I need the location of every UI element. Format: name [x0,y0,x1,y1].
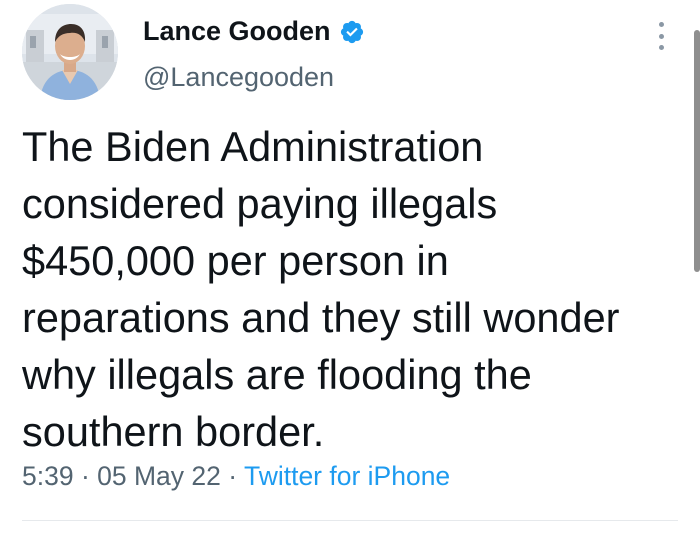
author-display-name[interactable]: Lance Gooden [143,16,331,47]
tweet-metadata: 5:39 · 05 May 22 · Twitter for iPhone [22,461,450,492]
tweet-date[interactable]: 05 May 22 [97,461,221,491]
avatar-photo [22,4,118,100]
divider [22,520,678,521]
more-options-dot [658,45,664,50]
scrollbar-thumb[interactable] [694,30,700,272]
verified-badge-icon [339,19,365,45]
author-handle[interactable]: @Lancegooden [143,62,334,93]
tweet-source-link[interactable]: Twitter for iPhone [244,461,450,491]
author-name-row[interactable]: Lance Gooden [143,16,365,47]
tweet-text: The Biden Administration considered payi… [22,123,620,455]
more-options-dot [658,33,664,39]
meta-separator: · [220,461,244,491]
more-options-dot [658,22,664,27]
tweet-card: Lance Gooden @Lancegooden The Biden Admi… [0,0,700,543]
tweet-time[interactable]: 5:39 [22,461,74,491]
avatar[interactable] [22,4,118,100]
more-options-icon[interactable] [654,22,668,50]
meta-separator: · [73,461,98,491]
